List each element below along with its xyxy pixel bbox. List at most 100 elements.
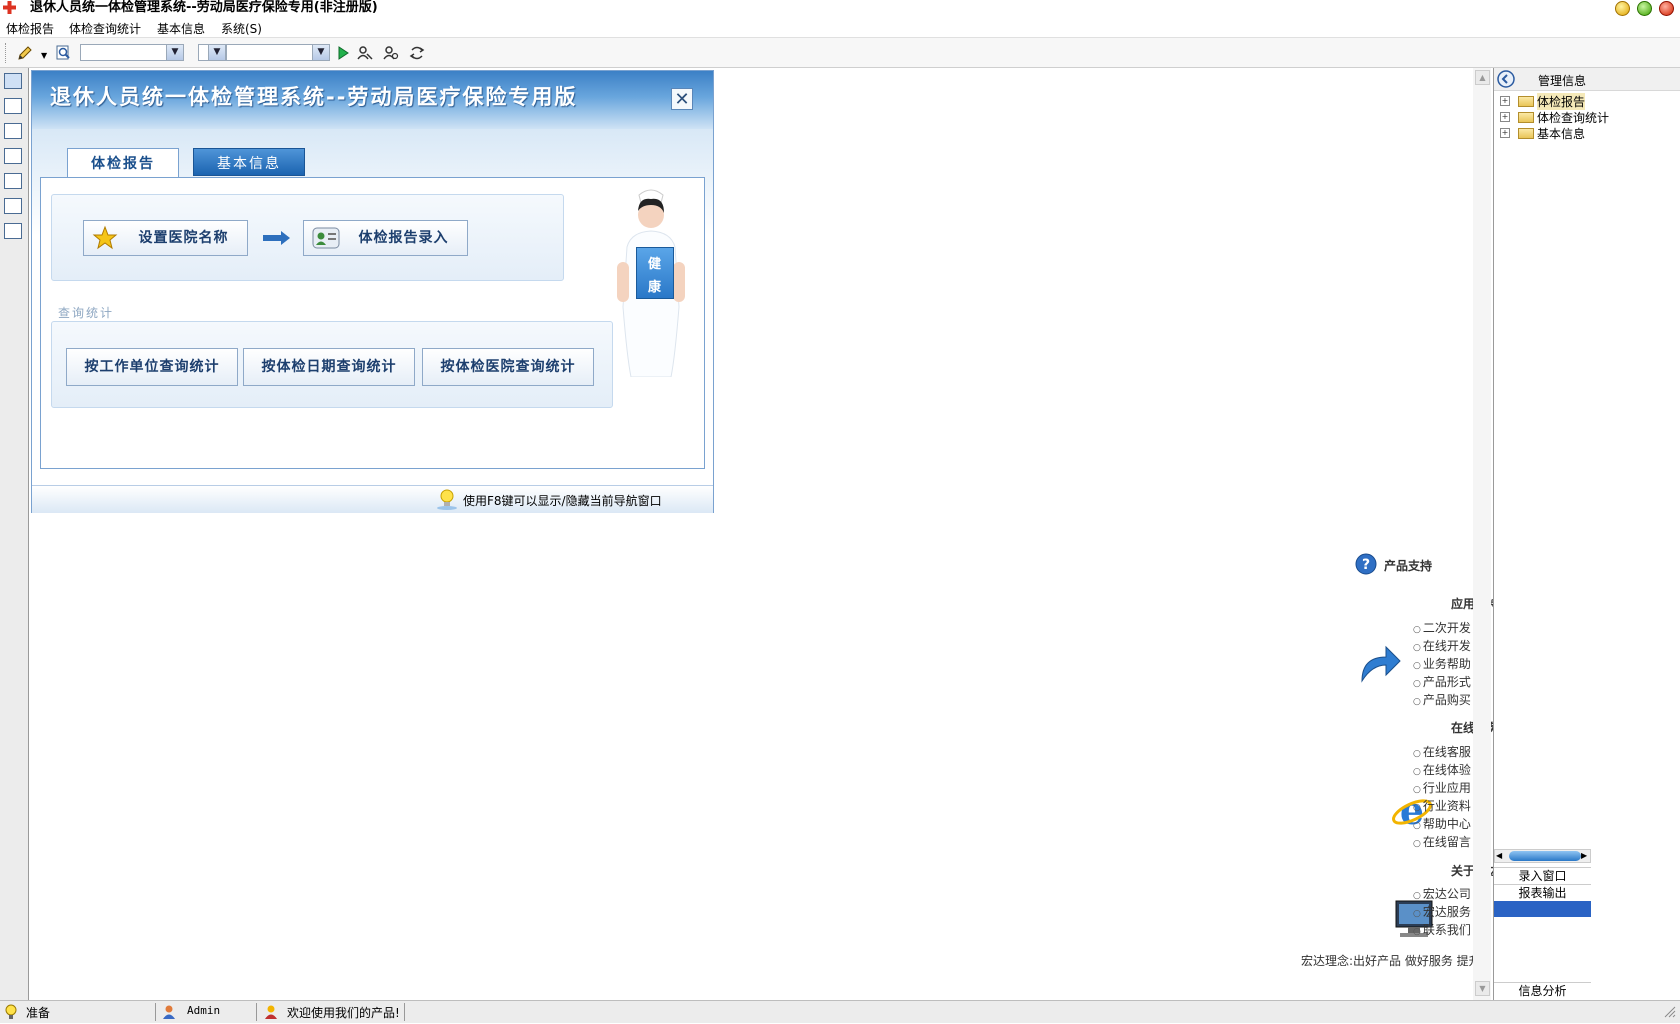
nav-title: 退休人员统一体检管理系统--劳动局医疗保险专用版 — [50, 85, 578, 109]
tree-item-query[interactable]: 体检查询统计 — [1537, 109, 1680, 126]
support-link[interactable]: 产品形式 — [1413, 673, 1471, 690]
chevron-down-icon[interactable]: ▼ — [312, 45, 329, 60]
close-button[interactable] — [1659, 1, 1674, 16]
chart-icon[interactable] — [4, 173, 22, 189]
status-user: Admin — [187, 1004, 221, 1017]
tab-report-output[interactable]: 报表输出 — [1494, 884, 1591, 902]
folder-icon — [1518, 112, 1534, 123]
support-link[interactable]: 二次开发 — [1413, 619, 1471, 636]
window-icon[interactable] — [4, 73, 22, 89]
status-welcome: 欢迎使用我们的产品! — [287, 1006, 400, 1020]
scroll-up-icon[interactable]: ▲ — [1475, 70, 1490, 85]
support-link[interactable]: 宏达公司 — [1413, 885, 1471, 902]
minimize-button[interactable] — [1615, 1, 1630, 16]
support-link[interactable]: 业务帮助 — [1413, 655, 1471, 672]
query-group-label: 查询统计 — [58, 306, 115, 320]
ready-icon — [3, 1004, 19, 1020]
status-divider — [404, 1003, 405, 1021]
nav-footer: 使用F8键可以显示/隐藏当前导航窗口 — [32, 485, 713, 513]
find-user-icon[interactable] — [356, 44, 374, 62]
query-by-date-button[interactable]: 按体检日期查询统计 — [243, 348, 415, 386]
support-link[interactable]: 帮助中心 — [1413, 815, 1471, 832]
pencil-icon[interactable] — [16, 44, 34, 62]
support-link[interactable]: 产品购买 — [1413, 691, 1471, 708]
right-panel: 管理信息 + 体检报告 + 体检查询统计 + 基本信息 ◀ ▶ 录入窗口 报表输… — [1493, 68, 1680, 1000]
search-icon[interactable] — [55, 44, 73, 62]
maximize-button[interactable] — [1637, 1, 1652, 16]
chevron-down-icon[interactable]: ▼ — [208, 45, 225, 60]
support-link[interactable]: 在线留言 — [1413, 833, 1471, 850]
menu-jiben-xinxi[interactable]: 基本信息 — [157, 20, 205, 37]
arrow-share-icon — [1358, 641, 1402, 685]
expand-icon[interactable]: + — [1500, 112, 1510, 122]
list-icon[interactable] — [4, 123, 22, 139]
toolbar: ▼ ▼ ▼ ▼ — [0, 38, 1680, 68]
tab-jiben-xinxi[interactable]: 基本信息 — [193, 148, 305, 176]
app-icon — [3, 1, 16, 14]
toolbar-combo-2[interactable]: ▼ — [198, 44, 226, 61]
right-panel-header: 管理信息 — [1494, 68, 1680, 91]
menu-tijian-baogao[interactable]: 体检报告 — [6, 20, 54, 37]
user-card-icon — [312, 226, 340, 250]
query-by-unit-button[interactable]: 按工作单位查询统计 — [66, 348, 238, 386]
nav-header: 退休人员统一体检管理系统--劳动局医疗保险专用版 ✕ — [32, 71, 713, 129]
menu-tijian-chaxun[interactable]: 体检查询统计 — [69, 20, 141, 37]
footer-hint: 使用F8键可以显示/隐藏当前导航窗口 — [463, 494, 662, 508]
toolbar-combo-3[interactable]: ▼ — [226, 44, 330, 61]
right-panel-title: 管理信息 — [1538, 74, 1587, 88]
close-icon[interactable]: ✕ — [671, 88, 693, 110]
support-link[interactable]: 在线开发 — [1413, 637, 1471, 654]
folder-icon — [1518, 128, 1534, 139]
tab-panel: 设置医院名称 体检报告录入 查询统计 按工作单位查询统计 按体检日期查询统计 按… — [40, 177, 705, 469]
collapse-icon[interactable] — [1497, 70, 1515, 88]
play-icon[interactable] — [334, 44, 352, 62]
folder-open-icon — [1518, 96, 1534, 107]
arrow-right-icon — [263, 230, 291, 246]
resize-grip-icon[interactable] — [1664, 1006, 1676, 1018]
chevron-down-icon[interactable]: ▼ — [41, 51, 47, 60]
motto-text: 宏达理念:出好产品 做好服务 提升客户价值! — [1301, 954, 1473, 968]
user-icon — [161, 1004, 177, 1020]
report-entry-button[interactable]: 体检报告录入 — [303, 220, 468, 256]
chevron-down-icon[interactable]: ▼ — [166, 45, 183, 60]
scroll-thumb[interactable] — [1509, 851, 1581, 861]
expand-icon[interactable]: + — [1500, 96, 1510, 106]
tab-selected[interactable] — [1494, 901, 1591, 917]
status-bar: 准备 Admin 欢迎使用我们的产品! — [0, 1000, 1680, 1023]
report-icon[interactable] — [4, 223, 22, 239]
scroll-down-icon[interactable]: ▼ — [1475, 981, 1490, 996]
tab-info-analysis[interactable]: 信息分析 — [1494, 982, 1591, 1000]
support-link[interactable]: 联系我们 — [1413, 921, 1471, 938]
right-panel-hscroll[interactable]: ◀ ▶ — [1494, 849, 1591, 863]
document-icon[interactable] — [4, 148, 22, 164]
tools-icon[interactable] — [4, 198, 22, 214]
support-link[interactable]: 行业应用 — [1413, 779, 1471, 796]
star-icon — [92, 225, 118, 251]
tree-item-basic[interactable]: 基本信息 — [1537, 125, 1585, 142]
main-vertical-scrollbar[interactable]: ▲ ▼ — [1473, 68, 1491, 1000]
tab-tijian-baogao[interactable]: 体检报告 — [67, 148, 179, 178]
support-link[interactable]: 在线体验 — [1413, 761, 1471, 778]
support-link[interactable]: 行业资料 — [1413, 797, 1471, 814]
tree-icon[interactable] — [4, 98, 22, 114]
health-card-char-2: 康 — [648, 280, 662, 295]
nurse-illustration: 健 康 — [609, 187, 693, 378]
status-ready: 准备 — [26, 1006, 51, 1020]
welcome-icon — [263, 1004, 279, 1020]
search-user-icon[interactable] — [382, 44, 400, 62]
tab-input-window[interactable]: 录入窗口 — [1494, 867, 1591, 885]
navigation-window: 退休人员统一体检管理系统--劳动局医疗保险专用版 ✕ 体检报告 基本信息 设置医… — [31, 70, 714, 513]
tree-item-report[interactable]: 体检报告 — [1537, 93, 1586, 110]
support-link[interactable]: 在线客服 — [1413, 743, 1471, 760]
query-by-hospital-button[interactable]: 按体检医院查询统计 — [422, 348, 594, 386]
scroll-right-icon[interactable]: ▶ — [1581, 850, 1587, 862]
expand-icon[interactable]: + — [1500, 128, 1510, 138]
refresh-icon[interactable] — [408, 44, 426, 62]
menu-system[interactable]: 系统(S) — [221, 20, 262, 37]
left-icon-bar — [0, 68, 29, 1000]
set-hospital-button[interactable]: 设置医院名称 — [83, 220, 248, 256]
health-card-char-1: 健 — [648, 257, 662, 272]
scroll-left-icon[interactable]: ◀ — [1496, 850, 1502, 862]
toolbar-combo-1[interactable]: ▼ — [80, 44, 184, 61]
support-link[interactable]: 宏达服务 — [1413, 903, 1471, 920]
